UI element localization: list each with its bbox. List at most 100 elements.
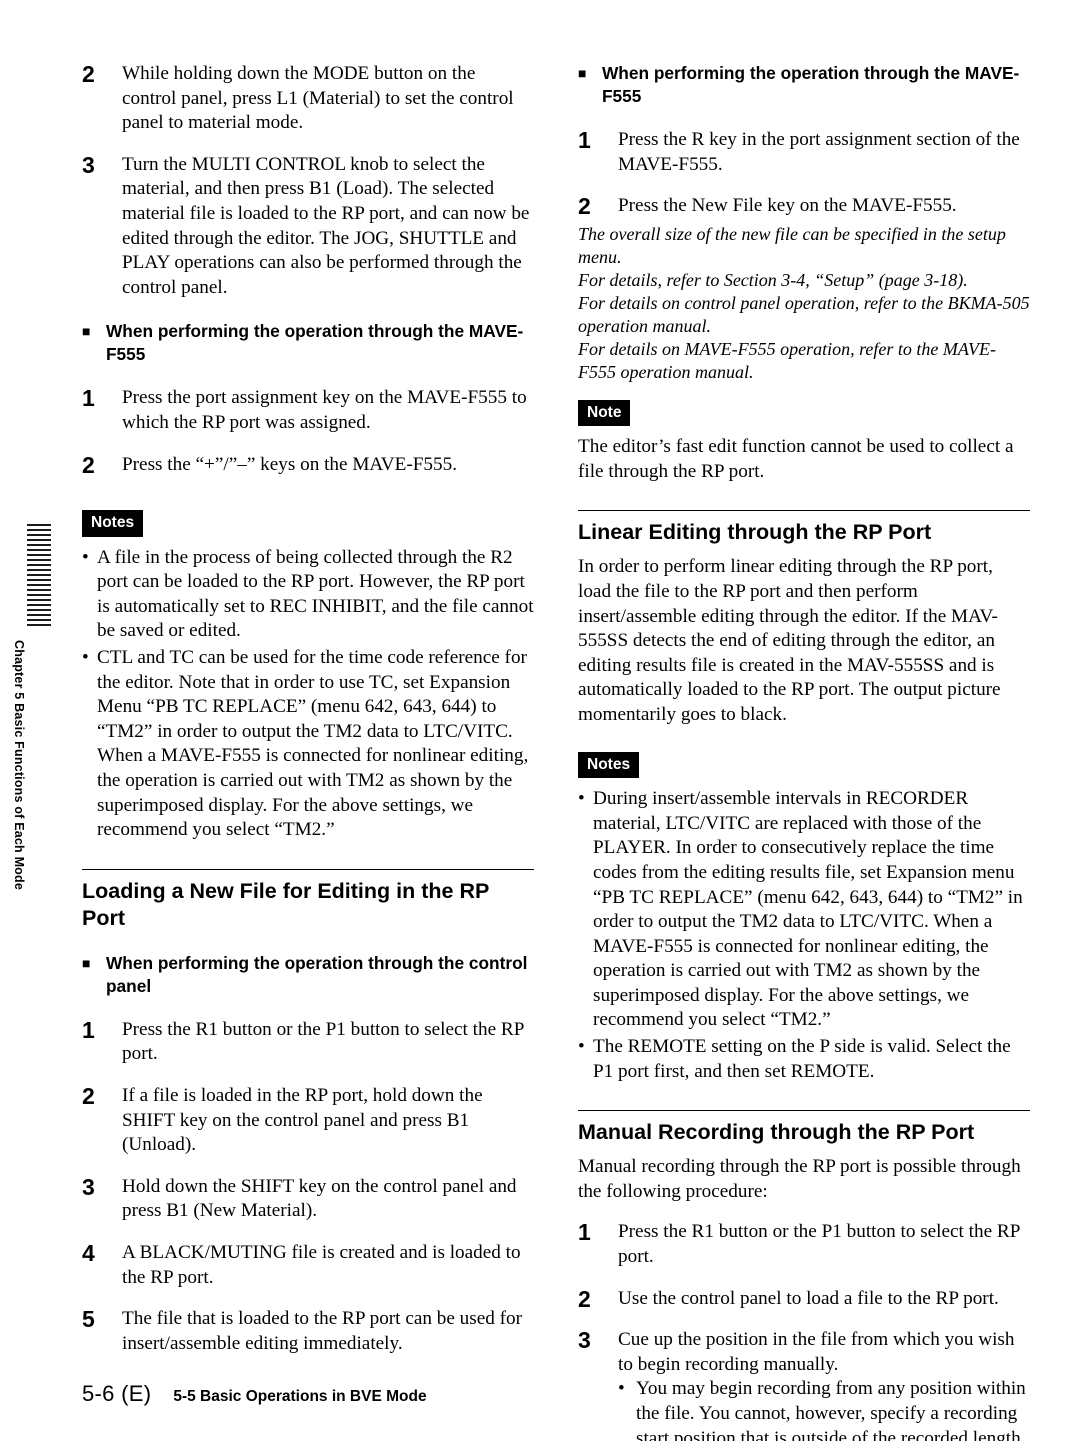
step-item: 3 Hold down the SHIFT key on the control…	[82, 1175, 534, 1224]
step-number: 3	[82, 1173, 95, 1200]
step-text: Press the “+”/”–” keys on the MAVE-F555.	[122, 453, 458, 475]
step-number: 2	[82, 61, 95, 87]
list-item: • CTL and TC can be used for the time co…	[82, 646, 534, 843]
step-number: 2	[82, 1082, 95, 1109]
step-item: 1 Press the port assignment key on the M…	[82, 386, 534, 435]
subheading-label: When performing the operation through th…	[602, 63, 1020, 106]
step-text: Press the R key in the port assignment s…	[618, 129, 1020, 175]
section-divider	[578, 510, 1030, 512]
subheading-label: When performing the operation through th…	[106, 321, 524, 365]
italic-note: For details on control panel operation, …	[578, 292, 1030, 336]
list-item: • During insert/assemble intervals in RE…	[578, 787, 1030, 1033]
bullet-dot-icon: •	[82, 546, 89, 568]
section-title: Linear Editing through the RP Port	[578, 520, 932, 545]
notes-badge: Notes	[82, 510, 144, 537]
square-bullet-icon: ■	[82, 954, 91, 971]
section-loading-new-file: Loading a New File for Editing in the RP…	[82, 868, 534, 1357]
section-divider	[578, 1110, 1030, 1112]
sub-bullet-list: • You may begin recording from any posit…	[618, 1377, 1030, 1441]
step-number: 2	[82, 451, 95, 478]
step-item: 2 If a file is loaded in the RP port, ho…	[82, 1084, 534, 1158]
note-badge-wrap: Note	[578, 384, 1030, 436]
step-item: 1 Press the R1 button or the P1 button t…	[578, 1220, 1030, 1269]
step-item: 2 While holding down the MODE button on …	[82, 62, 534, 136]
list-item-text: During insert/assemble intervals in RECO…	[593, 788, 1023, 1031]
step-item: 1 Press the R1 button or the P1 button t…	[82, 1018, 534, 1067]
note-badge: Note	[578, 399, 631, 427]
italic-reference-block: The overall size of the new file can be …	[578, 223, 1030, 384]
note-text: The editor’s fast edit function cannot b…	[578, 436, 1014, 482]
step-item: 5 The file that is loaded to the RP port…	[82, 1307, 534, 1356]
step-text: While holding down the MODE button on th…	[122, 63, 514, 134]
step-item: 2 Press the “+”/”–” keys on the MAVE-F55…	[82, 453, 534, 478]
bullet-dot-icon: •	[578, 788, 585, 810]
italic-note: For details, refer to Section 3-4, “Setu…	[578, 269, 968, 290]
notes-list: • A file in the process of being collect…	[82, 546, 534, 843]
chapter-side-label: Chapter 5 Basic Functions of Each Mode	[12, 640, 26, 891]
bullet-dot-icon: •	[618, 1378, 625, 1400]
step-number: 2	[578, 1285, 591, 1312]
section-divider	[82, 868, 534, 870]
subheading-mave-f555: ■ When performing the operation through …	[82, 320, 534, 366]
section-title: Loading a New File for Editing in the RP…	[82, 878, 489, 930]
step-number: 2	[578, 193, 591, 220]
step-item: 4 A BLACK/MUTING file is created and is …	[82, 1241, 534, 1290]
chapter-side-tab: Chapter 5 Basic Functions of Each Mode	[0, 0, 62, 1441]
subheading-mave-f555: ■ When performing the operation through …	[578, 62, 1030, 108]
list-item-text: The REMOTE setting on the P side is vali…	[593, 1036, 1011, 1082]
step-number: 1	[82, 1016, 95, 1043]
section-linear-editing: Linear Editing through the RP Port In or…	[578, 510, 1030, 1084]
chapter-stripe-bar	[27, 524, 51, 626]
step-text: Cue up the position in the file from whi…	[618, 1329, 1015, 1375]
square-bullet-icon: ■	[82, 323, 91, 340]
bullet-dot-icon: •	[578, 1036, 585, 1058]
step-item: 1 Press the R key in the port assignment…	[578, 128, 1030, 177]
section-manual-recording: Manual Recording through the RP Port Man…	[578, 1110, 1030, 1441]
step-text: Use the control panel to load a file to …	[618, 1287, 999, 1309]
square-bullet-icon: ■	[578, 65, 587, 81]
step-text: If a file is loaded in the RP port, hold…	[122, 1084, 483, 1156]
step-text: A BLACK/MUTING file is created and is lo…	[122, 1241, 521, 1288]
step-number: 5	[82, 1306, 95, 1333]
step-item: 3 Turn the MULTI CONTROL knob to select …	[82, 153, 534, 301]
subheading-control-panel: ■ When performing the operation through …	[82, 952, 534, 998]
step-item: 3 Cue up the position in the file from w…	[578, 1328, 1030, 1441]
subheading-label: When performing the operation through th…	[106, 952, 528, 996]
step-item: 2 Press the New File key on the MAVE-F55…	[578, 194, 1030, 219]
step-text: Press the R1 button or the P1 button to …	[122, 1018, 524, 1065]
footer-section-title: 5-5 Basic Operations in BVE Mode	[173, 1388, 427, 1405]
list-item: • A file in the process of being collect…	[82, 546, 534, 644]
step-text: Press the New File key on the MAVE-F555.	[618, 195, 957, 217]
section-body: In order to perform linear editing throu…	[578, 556, 1001, 726]
notes-badge: Notes	[578, 751, 640, 779]
list-item-text: CTL and TC can be used for the time code…	[97, 647, 529, 841]
notes-list: • During insert/assemble intervals in RE…	[578, 787, 1030, 1084]
footer-page-number: 5-6 (E)	[82, 1381, 152, 1406]
notes-badge-wrap: Notes	[82, 494, 534, 546]
bullet-dot-icon: •	[82, 647, 89, 668]
right-column: ■ When performing the operation through …	[578, 62, 1030, 1441]
step-text-with-subbullet: Cue up the position in the file from whi…	[618, 1328, 1030, 1441]
list-item-text: A file in the process of being collected…	[97, 546, 534, 642]
list-item: • You may begin recording from any posit…	[618, 1377, 1030, 1441]
notes-badge-wrap: Notes	[578, 736, 1030, 788]
step-number: 1	[82, 385, 95, 412]
step-text: The file that is loaded to the RP port c…	[122, 1308, 522, 1354]
step-text: Press the R1 button or the P1 button to …	[618, 1221, 1020, 1268]
step-text: Press the port assignment key on the MAV…	[122, 387, 527, 433]
step-text: Turn the MULTI CONTROL knob to select th…	[122, 153, 530, 298]
section-title: Manual Recording through the RP Port	[578, 1120, 975, 1145]
list-item-text: You may begin recording from any positio…	[636, 1378, 1026, 1441]
left-column: 2 While holding down the MODE button on …	[82, 62, 534, 1373]
italic-note: The overall size of the new file can be …	[578, 223, 1006, 267]
step-text: Hold down the SHIFT key on the control p…	[122, 1175, 517, 1222]
italic-note: For details on MAVE-F555 operation, refe…	[578, 338, 996, 382]
document-page: Chapter 5 Basic Functions of Each Mode 2…	[0, 0, 1080, 1441]
step-number: 1	[578, 127, 591, 153]
step-number: 4	[82, 1239, 95, 1266]
section-intro: Manual recording through the RP port is …	[578, 1156, 1021, 1202]
step-number: 1	[578, 1219, 591, 1246]
step-number: 3	[82, 151, 95, 178]
list-item: • The REMOTE setting on the P side is va…	[578, 1035, 1030, 1084]
step-item: 2 Use the control panel to load a file t…	[578, 1287, 1030, 1312]
